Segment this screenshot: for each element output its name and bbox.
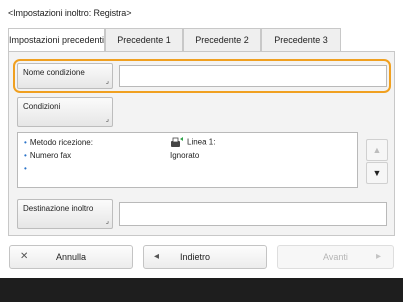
condition-name-button[interactable]: Nome condizione ⌟ xyxy=(17,63,113,89)
corner-mark-icon: ⌟ xyxy=(105,116,109,123)
condition-name-label: Nome condizione xyxy=(23,68,85,77)
tab-previous-2[interactable]: Precedente 2 xyxy=(183,28,261,52)
next-button[interactable]: Avanti ▸ xyxy=(277,245,394,269)
arrow-left-icon: ◂ xyxy=(154,251,160,262)
condition-name-field[interactable] xyxy=(119,65,387,87)
corner-mark-icon: ⌟ xyxy=(105,218,109,225)
arrow-down-icon: ▼ xyxy=(372,168,382,178)
fax-line-icon xyxy=(170,137,184,148)
cancel-button[interactable]: ✕ Annulla xyxy=(9,245,133,269)
conditions-summary: • Metodo ricezione: • Numero fax • Linea 1… xyxy=(17,132,358,188)
tab-previous-settings[interactable]: Impostazioni precedenti xyxy=(8,28,105,52)
conditions-label: Condizioni xyxy=(23,102,61,111)
bullet-icon: • xyxy=(24,151,27,160)
tab-bar: Impostazioni precedenti Precedente 1 Pre… xyxy=(8,28,395,52)
scroll-down-button[interactable]: ▼ xyxy=(366,162,388,184)
screen-title: <Impostazioni inoltro: Registra> xyxy=(8,8,132,18)
close-icon: ✕ xyxy=(20,251,29,262)
back-button[interactable]: ◂ Indietro xyxy=(143,245,267,269)
summary-row: • Numero fax xyxy=(24,151,72,160)
arrow-up-icon: ▲ xyxy=(372,145,382,155)
corner-mark-icon: ⌟ xyxy=(105,78,109,85)
status-bar xyxy=(0,278,403,302)
summary-row: • xyxy=(24,164,30,173)
tab-previous-1[interactable]: Precedente 1 xyxy=(105,28,183,52)
settings-panel: Nome condizione ⌟ Condizioni ⌟ • Metodo r… xyxy=(8,51,395,236)
arrow-right-icon: ▸ xyxy=(375,251,381,262)
destination-button[interactable]: Destinazione inoltro ⌟ xyxy=(17,199,113,229)
tab-previous-3[interactable]: Precedente 3 xyxy=(261,28,341,52)
destination-label: Destinazione inoltro xyxy=(23,204,94,213)
summary-value: Ignorato xyxy=(170,151,200,160)
conditions-button[interactable]: Condizioni ⌟ xyxy=(17,97,113,127)
scroll-up-button[interactable]: ▲ xyxy=(366,139,388,161)
bullet-icon: • xyxy=(24,138,27,147)
destination-field[interactable] xyxy=(119,202,387,226)
bullet-icon: • xyxy=(24,164,27,173)
summary-value: Linea 1: xyxy=(170,137,215,148)
summary-row: • Metodo ricezione: xyxy=(24,138,93,147)
